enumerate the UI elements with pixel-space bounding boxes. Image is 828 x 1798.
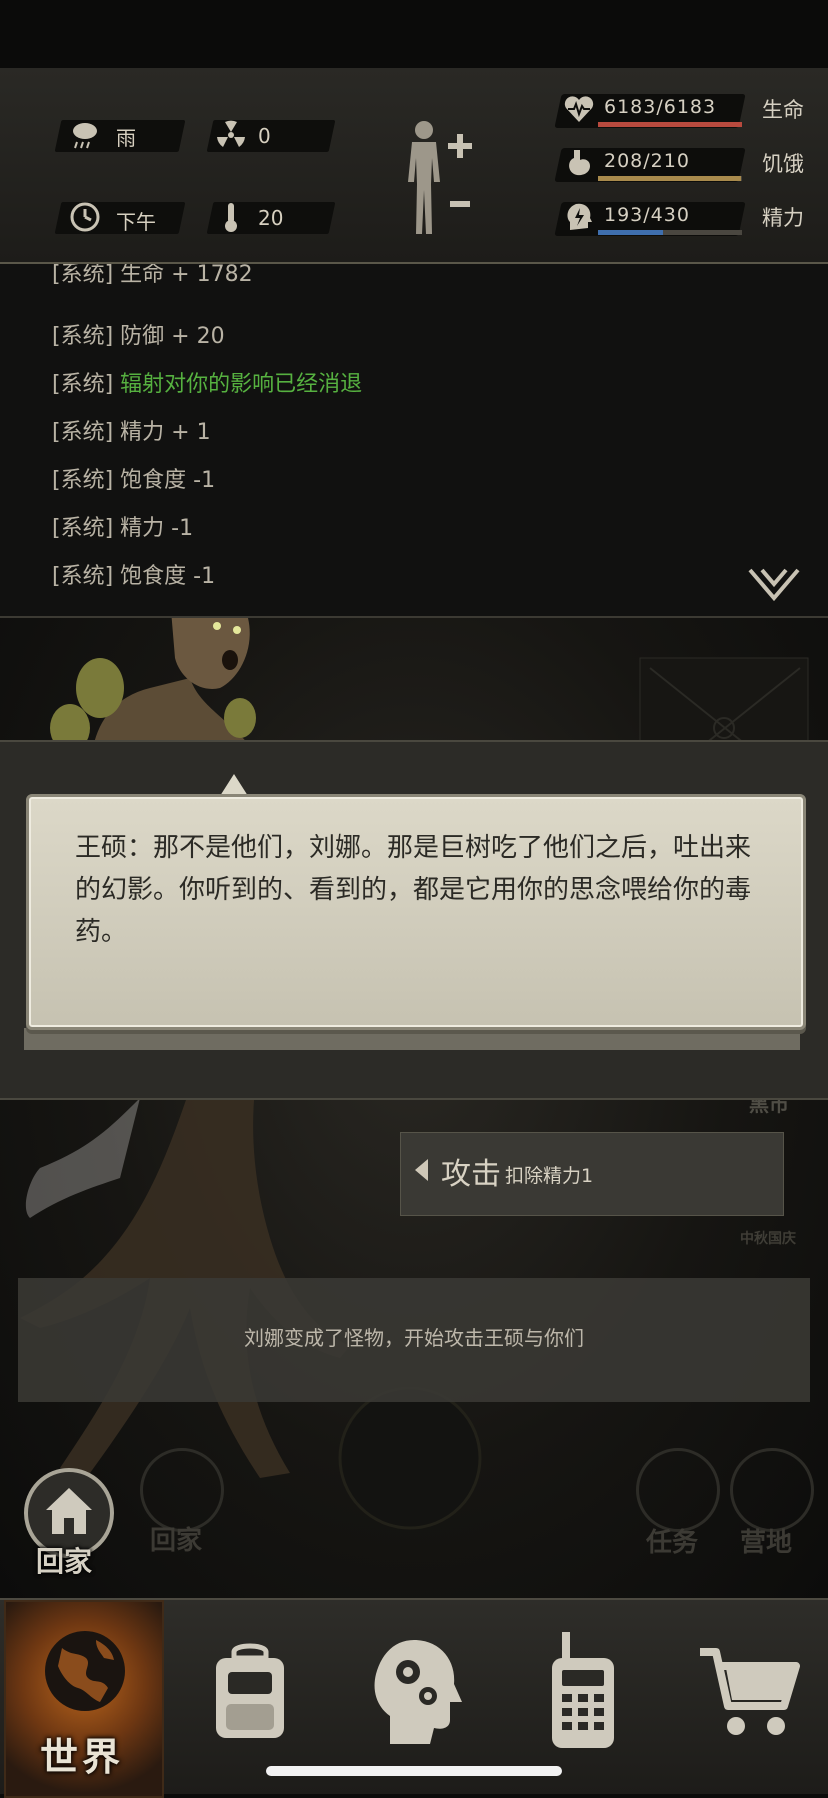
tab-skills[interactable] xyxy=(336,1600,496,1794)
log-line: [系统] 饱食度 -1 xyxy=(52,564,216,589)
brain-icon xyxy=(374,1640,462,1744)
faded-task-circle xyxy=(636,1448,720,1532)
home-label: 回家 xyxy=(36,1545,93,1578)
status-panel: 雨 0 下午 20 6183/6183 生命 208/210 饥饿 193/43… xyxy=(0,68,828,264)
hunger-track xyxy=(598,176,742,181)
heart-icon xyxy=(564,96,594,122)
attack-arrow-icon xyxy=(415,1159,428,1181)
home-indicator[interactable] xyxy=(266,1766,562,1776)
clock-icon xyxy=(70,202,100,232)
tab-radio[interactable] xyxy=(502,1600,662,1794)
thermometer-icon xyxy=(225,203,237,232)
tab-world-label: 世界 xyxy=(40,1735,125,1779)
hunger-label: 饥饿 xyxy=(762,152,804,176)
time-value: 下午 xyxy=(116,210,156,234)
log-line: [系统] 防御 + 20 xyxy=(52,324,225,349)
log-line: [系统] 辐射对你的影响已经消退 xyxy=(52,372,363,397)
attack-button[interactable]: 攻击 扣除精力1 xyxy=(400,1132,784,1216)
energy-label: 精力 xyxy=(762,206,804,230)
faded-camp-circle xyxy=(730,1448,814,1532)
tab-backpack[interactable] xyxy=(170,1600,330,1794)
energy-track xyxy=(598,230,742,235)
rain-icon xyxy=(73,123,97,149)
temperature-value: 20 xyxy=(258,206,284,230)
bg-label-festival: 中秋国庆 xyxy=(740,1231,796,1247)
log-line: [系统] 精力 + 1 xyxy=(52,420,211,445)
event-panel-strip xyxy=(24,1028,800,1050)
hunger-fill xyxy=(598,176,741,181)
log-line: [系统] 饱食度 -1 xyxy=(52,468,216,493)
speech-tail xyxy=(220,774,248,796)
radiation-value: 0 xyxy=(258,124,271,148)
weather-value: 雨 xyxy=(116,126,136,150)
backpack-icon xyxy=(216,1643,284,1738)
health-value: 6183/6183 xyxy=(604,96,717,118)
attack-label: 攻击 xyxy=(441,1157,501,1192)
narration-text: 刘娜变成了怪物，开始攻击王硕与你们 xyxy=(244,1326,584,1350)
dialog-text: 王硕：那不是他们，刘娜。那是巨树吃了他们之后，吐出来的幻影。你听到的、看到的，都… xyxy=(75,833,752,947)
faded-camp-label: 营地 xyxy=(740,1528,793,1558)
faded-task-label: 任务 xyxy=(646,1528,699,1558)
log-line: [系统] 精力 -1 xyxy=(52,516,194,541)
radiation-icon xyxy=(217,120,245,147)
hunger-value: 208/210 xyxy=(604,150,690,172)
globe-icon xyxy=(45,1631,125,1711)
energy-value: 193/430 xyxy=(604,204,690,226)
health-label: 生命 xyxy=(762,98,804,122)
head-bolt-icon xyxy=(567,203,592,230)
house-icon xyxy=(46,1488,92,1534)
tab-shop[interactable] xyxy=(668,1600,828,1794)
dialog-box[interactable]: 王硕：那不是他们，刘娜。那是巨树吃了他们之后，吐出来的幻影。你听到的、看到的，都… xyxy=(26,794,806,1030)
health-track xyxy=(598,122,742,127)
bottom-nav xyxy=(0,1598,828,1798)
health-fill xyxy=(598,122,742,127)
body-status-icon[interactable] xyxy=(398,118,480,238)
attack-cost: 扣除精力1 xyxy=(505,1165,594,1187)
walkie-talkie-icon xyxy=(552,1632,614,1748)
stomach-icon xyxy=(569,150,590,176)
narration-panel: 刘娜变成了怪物，开始攻击王硕与你们 xyxy=(18,1278,810,1402)
faded-home-label: 回家 xyxy=(150,1526,203,1556)
log-line: [系统] 生命 + 1782 xyxy=(52,264,253,287)
log-expand-icon[interactable] xyxy=(748,568,800,602)
energy-fill xyxy=(598,230,663,235)
message-log[interactable]: [系统] 生命 + 1782 [系统] 防御 + 20 [系统] 辐射对你的影响… xyxy=(0,264,828,618)
cart-icon xyxy=(700,1648,800,1735)
